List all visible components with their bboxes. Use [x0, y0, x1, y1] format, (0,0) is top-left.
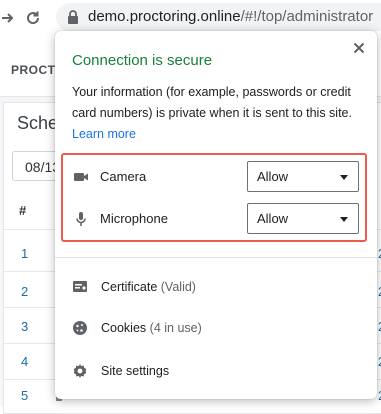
table-row-number[interactable]: 4: [21, 354, 28, 369]
cookies-text: Cookies: [101, 321, 147, 335]
chevron-down-icon: [340, 175, 348, 180]
site-settings-label: Site settings: [101, 364, 170, 378]
microphone-permission-row: Microphone Allow: [63, 199, 365, 239]
url-host: demo.proctoring.online: [88, 8, 241, 25]
cookies-label: Cookies (4 in use): [101, 321, 202, 335]
chevron-down-icon: [340, 217, 348, 222]
gear-icon: [72, 363, 88, 379]
camera-permission-select[interactable]: Allow: [247, 161, 359, 192]
certificate-icon: [72, 279, 88, 295]
certificate-menu-item[interactable]: Certificate (Valid): [55, 270, 377, 304]
menu-divider: [55, 257, 377, 258]
address-bar[interactable]: demo.proctoring.online/#!/top/administra…: [56, 3, 381, 31]
table-row-number[interactable]: 5: [21, 388, 28, 403]
lock-icon[interactable]: [64, 8, 82, 26]
cookies-count: (4 in use): [149, 321, 202, 335]
table-row-number[interactable]: 2: [21, 284, 28, 299]
cookies-menu-item[interactable]: Cookies (4 in use): [55, 311, 377, 345]
camera-icon: [73, 169, 89, 185]
close-icon[interactable]: [350, 39, 368, 57]
reload-icon[interactable]: [23, 8, 43, 28]
certificate-text: Certificate: [101, 280, 158, 294]
url-text: demo.proctoring.online/#!/top/administra…: [88, 8, 373, 25]
connection-secure-title: Connection is secure: [72, 52, 213, 69]
camera-label: Camera: [100, 169, 147, 184]
site-info-popup: Connection is secure Your information (f…: [55, 31, 377, 399]
camera-permission-row: Camera Allow: [63, 157, 365, 197]
cookie-icon: [72, 320, 88, 336]
certificate-status: (Valid): [160, 280, 196, 294]
permissions-highlight: Camera Allow Microphone Allow: [61, 153, 367, 242]
connection-description: Your information (for example, passwords…: [72, 85, 352, 120]
site-settings-menu-item[interactable]: Site settings: [55, 354, 377, 388]
microphone-icon: [73, 211, 89, 227]
table-row-number[interactable]: 1: [21, 246, 28, 261]
microphone-permission-select[interactable]: Allow: [247, 203, 359, 234]
learn-more-link[interactable]: Learn more: [72, 127, 136, 141]
microphone-permission-value: Allow: [257, 211, 289, 226]
url-path: /#!/top/administrator: [240, 8, 374, 25]
brand-label: PROCT: [11, 63, 56, 77]
camera-permission-value: Allow: [257, 169, 289, 184]
table-row-number[interactable]: 3: [21, 319, 28, 334]
forward-arrow-icon[interactable]: [0, 8, 18, 28]
column-header-number: #: [19, 203, 27, 218]
microphone-label: Microphone: [100, 211, 168, 226]
certificate-label: Certificate (Valid): [101, 280, 196, 294]
